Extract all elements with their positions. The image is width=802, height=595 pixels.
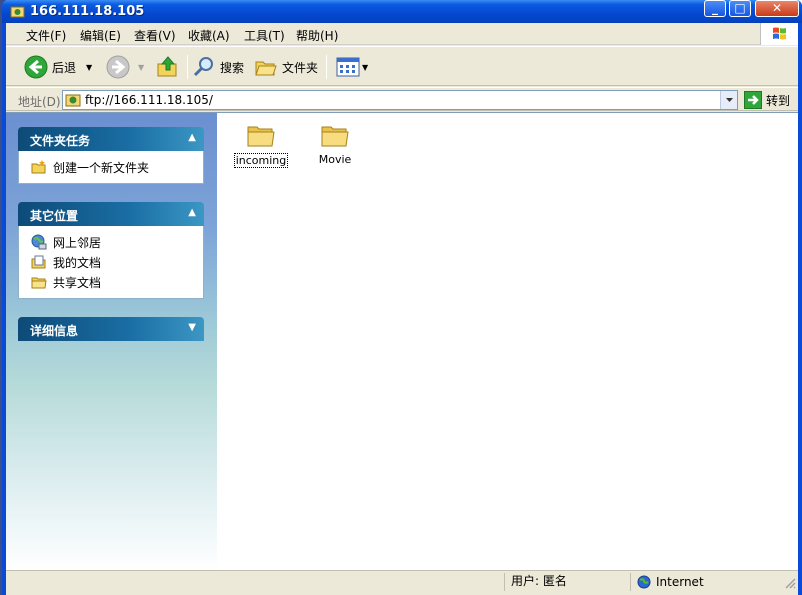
minimize-button[interactable]: _ xyxy=(704,0,726,17)
menu-view[interactable]: 查看(V) xyxy=(134,27,176,44)
folder-item[interactable]: incoming xyxy=(231,119,291,168)
other-places-panel: 其它位置 ▲ 网上邻居 我的文档 共享文档 xyxy=(18,202,204,299)
title-bar[interactable]: 166.111.18.105 _ □ ✕ xyxy=(2,0,802,23)
details-header[interactable]: 详细信息 ▼ xyxy=(18,317,204,341)
place-network[interactable]: 网上邻居 xyxy=(19,232,203,252)
menu-bar: 文件(F) 编辑(E) 查看(V) 收藏(A) 工具(T) 帮助(H) xyxy=(6,23,798,45)
menu-help[interactable]: 帮助(H) xyxy=(296,27,338,44)
views-icon xyxy=(336,57,360,77)
go-arrow-icon xyxy=(744,91,762,109)
status-bar: 用户: 匿名 Internet xyxy=(6,570,798,591)
place-network-label: 网上邻居 xyxy=(53,235,102,250)
file-tasks-panel: 文件夹任务 ▲ 创建一个新文件夹 xyxy=(18,127,204,184)
menu-favorites[interactable]: 收藏(A) xyxy=(188,27,230,44)
go-label: 转到 xyxy=(766,93,791,108)
collapse-chevron-icon[interactable]: ▲ xyxy=(188,207,196,218)
windows-logo-icon xyxy=(760,23,798,45)
ftp-folder-icon xyxy=(10,6,25,18)
expand-chevron-icon[interactable]: ▼ xyxy=(188,322,196,333)
up-folder-button[interactable] xyxy=(156,53,180,81)
place-my-documents[interactable]: 我的文档 xyxy=(19,252,203,272)
back-button[interactable]: 后退 ▼ xyxy=(24,53,92,81)
address-value: ftp://166.111.18.105/ xyxy=(85,93,213,107)
forward-arrow-icon xyxy=(106,55,130,79)
window-title: 166.111.18.105 xyxy=(30,4,145,19)
views-dropdown-icon[interactable]: ▼ xyxy=(362,63,368,72)
shared-documents-icon xyxy=(31,277,47,289)
maximize-button[interactable]: □ xyxy=(729,0,751,17)
folder-name: Movie xyxy=(318,153,352,166)
back-arrow-icon xyxy=(24,55,48,79)
search-icon xyxy=(193,57,213,77)
new-folder-icon xyxy=(31,160,46,174)
back-dropdown-icon[interactable]: ▼ xyxy=(86,63,92,72)
place-my-documents-label: 我的文档 xyxy=(53,255,102,270)
ftp-location-icon xyxy=(65,94,81,107)
back-label: 后退 xyxy=(52,60,77,75)
place-shared-documents[interactable]: 共享文档 xyxy=(19,272,203,292)
file-tasks-header[interactable]: 文件夹任务 ▲ xyxy=(18,127,204,151)
address-label: 地址(D) xyxy=(18,95,61,109)
other-places-title: 其它位置 xyxy=(30,209,79,223)
place-shared-documents-label: 共享文档 xyxy=(53,275,102,290)
my-documents-icon xyxy=(31,255,46,269)
status-user: 用户: 匿名 xyxy=(504,573,630,591)
file-tasks-body: 创建一个新文件夹 xyxy=(18,151,204,184)
standard-toolbar: 后退 ▼ ▼ 搜索 文件夹 ▼ xyxy=(6,46,798,86)
folders-icon xyxy=(255,61,277,76)
address-bar: 地址(D) ftp://166.111.18.105/ 转到 xyxy=(6,87,798,111)
folder-name: incoming xyxy=(233,153,289,168)
search-button[interactable]: 搜索 xyxy=(192,53,244,81)
collapse-chevron-icon[interactable]: ▲ xyxy=(188,132,196,143)
address-input[interactable]: ftp://166.111.18.105/ xyxy=(62,90,738,110)
file-tasks-title: 文件夹任务 xyxy=(30,134,91,148)
details-title: 详细信息 xyxy=(30,324,79,338)
address-dropdown-icon[interactable] xyxy=(720,91,737,109)
explorer-window: 166.111.18.105 _ □ ✕ 文件(F) 编辑(E) 查看(V) 收… xyxy=(2,0,802,595)
window-client: 文件(F) 编辑(E) 查看(V) 收藏(A) 工具(T) 帮助(H) 后退 ▼… xyxy=(6,23,798,595)
task-pane: 文件夹任务 ▲ 创建一个新文件夹 其它位置 ▲ 网上邻居 我的文档 共享文档 详… xyxy=(6,113,217,571)
folder-icon xyxy=(321,126,349,147)
task-new-folder-label: 创建一个新文件夹 xyxy=(53,160,150,175)
search-label: 搜索 xyxy=(220,60,245,75)
file-list-view[interactable]: incoming Movie xyxy=(217,113,798,571)
status-zone: Internet xyxy=(630,573,782,591)
other-places-body: 网上邻居 我的文档 共享文档 xyxy=(18,226,204,299)
go-button[interactable]: 转到 xyxy=(744,90,790,110)
folders-button[interactable]: 文件夹 xyxy=(254,53,318,81)
menu-tools[interactable]: 工具(T) xyxy=(244,27,285,44)
other-places-header[interactable]: 其它位置 ▲ xyxy=(18,202,204,226)
folder-icon xyxy=(247,126,275,147)
task-new-folder[interactable]: 创建一个新文件夹 xyxy=(19,157,203,177)
toolbar-separator xyxy=(326,55,327,79)
network-places-icon xyxy=(31,234,47,250)
status-zone-text: Internet xyxy=(656,575,704,589)
toolbar-separator xyxy=(187,55,188,79)
forward-button[interactable]: ▼ xyxy=(106,53,144,81)
folder-item[interactable]: Movie xyxy=(305,119,365,166)
menu-file[interactable]: 文件(F) xyxy=(26,27,66,44)
views-button[interactable]: ▼ xyxy=(336,53,368,81)
menu-edit[interactable]: 编辑(E) xyxy=(80,27,121,44)
close-button[interactable]: ✕ xyxy=(755,0,799,17)
resize-grip-icon[interactable] xyxy=(784,577,796,589)
internet-globe-icon xyxy=(637,575,651,589)
forward-dropdown-icon[interactable]: ▼ xyxy=(138,63,144,72)
main-area: 文件夹任务 ▲ 创建一个新文件夹 其它位置 ▲ 网上邻居 我的文档 共享文档 详… xyxy=(6,112,798,571)
status-user-text: 用户: 匿名 xyxy=(511,574,567,588)
up-folder-icon xyxy=(157,56,177,77)
folders-label: 文件夹 xyxy=(282,60,319,75)
details-panel: 详细信息 ▼ xyxy=(18,317,204,341)
